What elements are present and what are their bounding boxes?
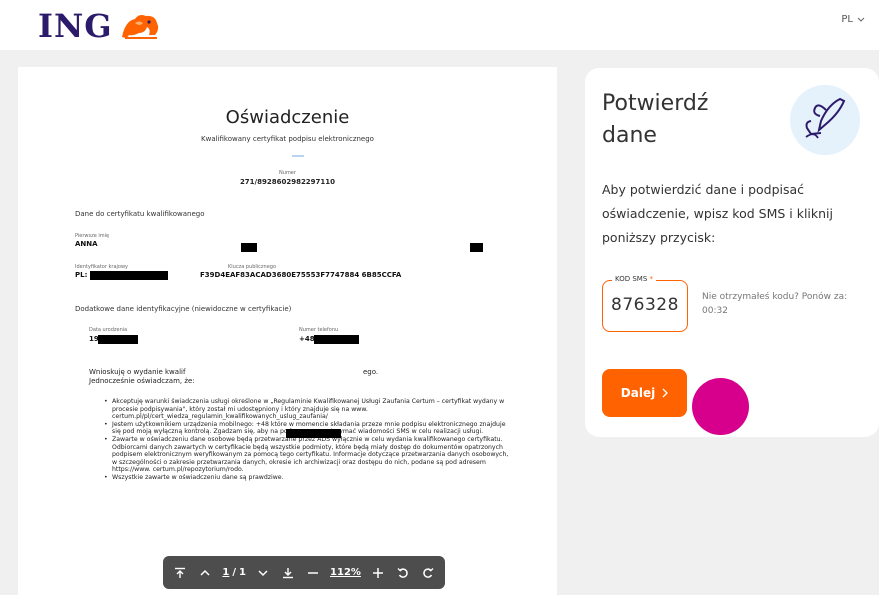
list-item: Zawarte w oświadczeniu dane osobowe będą…	[104, 436, 514, 474]
next-button-label: Dalej	[620, 386, 656, 400]
page-indicator[interactable]: 1 / 1	[222, 567, 246, 578]
resend-code-text: Nie otrzymałeś kodu? Ponów za: 00:32	[702, 292, 848, 316]
national-id-label: Identyfikator krajowy	[75, 264, 129, 270]
document-viewer[interactable]: Oświadczenie Kwalifikowany certyfikat po…	[18, 67, 557, 595]
chevron-right-icon	[662, 388, 669, 398]
public-key-label: Klucza publicznego	[228, 264, 277, 270]
last-page-icon[interactable]	[281, 565, 296, 581]
list-item: Akceptuję warunki świadczenia usługi okr…	[104, 398, 514, 421]
previous-page-icon[interactable]	[198, 565, 213, 581]
section-cert-heading: Dane do certyfikatu kwalifikowanego	[75, 210, 205, 218]
title-divider	[292, 155, 304, 157]
number-value: 271/8928602982297110	[239, 178, 336, 186]
cursor-marker	[692, 378, 749, 435]
redaction	[470, 243, 483, 252]
first-page-icon[interactable]	[173, 565, 188, 581]
request-text-a: Wnioskuję o wydanie kwalif	[89, 368, 186, 376]
next-page-icon[interactable]	[256, 565, 271, 581]
redaction	[286, 429, 341, 438]
zoom-out-icon[interactable]	[305, 565, 320, 581]
page-separator: /	[232, 567, 236, 578]
pdf-toolbar: 1 / 1 112%	[163, 556, 445, 589]
redaction	[241, 243, 257, 252]
redaction	[90, 271, 168, 280]
rotate-right-icon[interactable]	[420, 565, 435, 581]
language-selector[interactable]: PL	[841, 14, 865, 25]
ing-logo[interactable]: ING	[38, 7, 161, 45]
total-pages: 1	[239, 567, 246, 578]
zoom-level[interactable]: 112%	[330, 567, 361, 578]
blank-area	[193, 367, 323, 378]
signature-icon	[790, 85, 860, 155]
header: ING PL	[0, 0, 879, 50]
chevron-down-icon	[857, 17, 865, 22]
declaration-list: Akceptuję warunki świadczenia usługi okr…	[104, 398, 514, 482]
first-name-value: ANNA	[75, 240, 98, 248]
logo-text: ING	[38, 7, 113, 45]
rotate-left-icon[interactable]	[396, 565, 411, 581]
next-button[interactable]: Dalej	[602, 369, 687, 417]
first-name-label: Pierwsze imię	[75, 233, 110, 239]
sms-code-value[interactable]: 876328	[603, 295, 687, 315]
list-item: Wszystkie zawarte w oświadczeniu dane są…	[104, 474, 514, 482]
document-subtitle: Kwalifikowany certyfikat podpisu elektro…	[201, 135, 374, 143]
sms-code-field[interactable]: KOD SMS * 876328	[602, 275, 688, 332]
phone-label: Numer telefonu	[299, 327, 339, 333]
confirm-title: Potwierdź dane	[602, 91, 709, 148]
zoom-in-icon[interactable]	[371, 565, 386, 581]
language-label: PL	[841, 14, 853, 25]
request-text-line2: Jednocześnie oświadczam, że:	[89, 377, 195, 385]
public-key-value: F39D4EAF83ACAD3680E75553F7747884 6B85CCF…	[200, 271, 402, 279]
document-title: Oświadczenie	[225, 107, 350, 128]
national-id-value: PL:	[75, 271, 88, 279]
confirm-description: Aby potwierdzić dane i podpisać oświadcz…	[602, 182, 833, 245]
redaction	[98, 335, 138, 344]
birth-date-label: Data urodzenia	[89, 327, 128, 333]
number-label: Numer	[279, 170, 296, 176]
request-text-b: ego.	[363, 368, 379, 376]
current-page[interactable]: 1	[222, 567, 229, 578]
section-extra-heading: Dodatkowe dane identyfikacyjne (niewidoc…	[75, 305, 292, 313]
redaction	[314, 335, 359, 344]
sms-code-label: KOD SMS *	[612, 275, 656, 283]
lion-icon	[121, 15, 158, 39]
phone-value: +48	[299, 335, 315, 343]
